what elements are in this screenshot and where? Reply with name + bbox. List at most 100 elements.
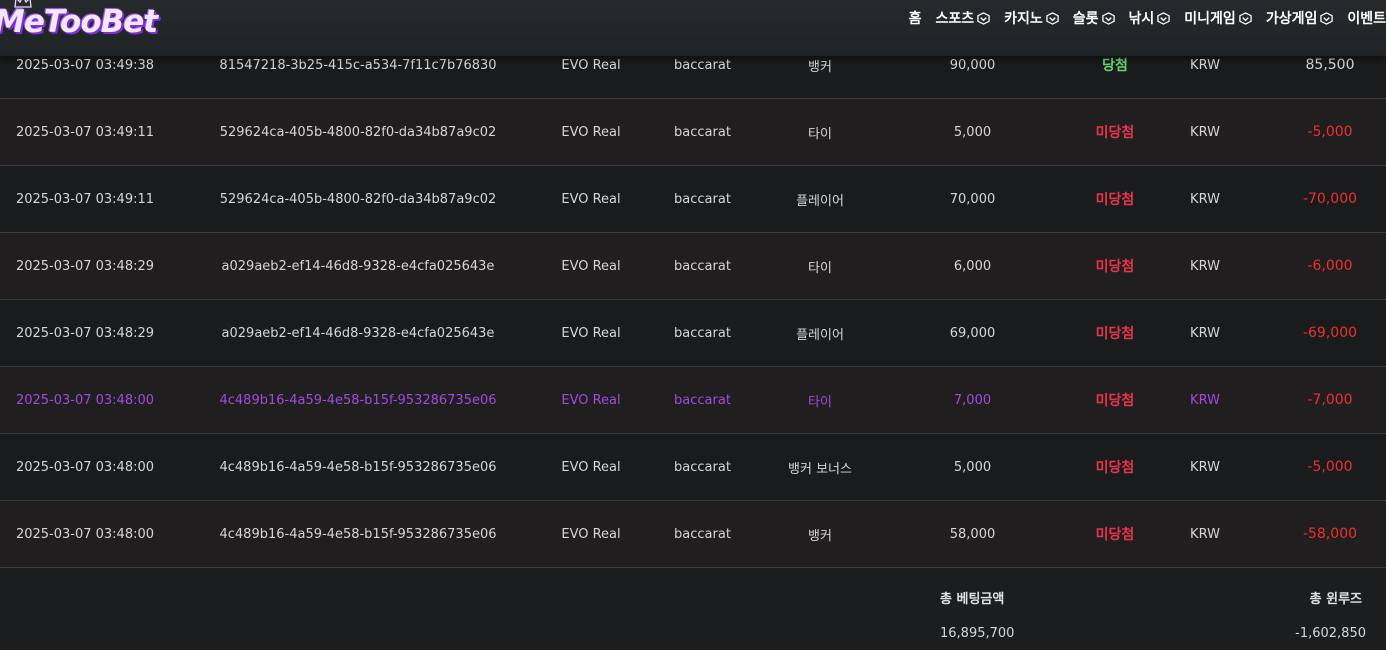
winloss-amount: -5,000	[1307, 459, 1353, 475]
nav-item-label: 홈	[908, 11, 922, 27]
bet-history-page: 2025-03-07 03:49:38 81547218-3b25-415c-a5…	[0, 0, 1386, 650]
table-row[interactable]: 2025-03-07 03:49:11 529624ca-405b-4800-82…	[0, 166, 1386, 233]
nav-item-4[interactable]: 낚시	[1129, 8, 1171, 28]
bet-date: 2025-03-07 03:48:29	[15, 258, 155, 274]
nav-item-6[interactable]: 가상게임	[1266, 8, 1334, 28]
bet-amount: 58,000	[949, 526, 996, 542]
main-nav: 홈 스포츠 카지노 슬롯 낚시 미니게임 가상게임 이벤트	[909, 6, 1386, 30]
total-bet-label: 총 베팅금액	[940, 592, 1005, 607]
nav-item-5[interactable]: 미니게임	[1184, 8, 1252, 28]
bet-pick: 뱅커 보너스	[788, 461, 852, 477]
chevron-down-icon	[977, 11, 990, 25]
game-name: baccarat	[674, 191, 731, 207]
chevron-down-icon	[1157, 11, 1171, 25]
bet-date: 2025-03-07 03:49:11	[15, 124, 155, 140]
nav-item-2[interactable]: 카지노	[1004, 8, 1059, 28]
nav-item-label: 가상게임	[1265, 11, 1318, 27]
result-badge: 미당첨	[1095, 125, 1135, 141]
nav-item-label: 카지노	[1004, 11, 1043, 27]
nav-item-3[interactable]: 슬롯	[1073, 8, 1115, 28]
bet-pick: 타이	[808, 126, 832, 142]
game-name: baccarat	[674, 459, 731, 475]
bet-amount: 6,000	[953, 258, 992, 274]
chevron-down-icon	[1101, 11, 1115, 25]
table-row[interactable]: 2025-03-07 03:48:00 4c489b16-4a59-4e58-b1…	[0, 501, 1386, 568]
total-bet-value: 16,895,700	[940, 626, 1015, 641]
bet-pick: 플레이어	[796, 327, 844, 343]
table-row[interactable]: 2025-03-07 03:48:00 4c489b16-4a59-4e58-b1…	[0, 367, 1386, 434]
winloss-amount: -6,000	[1307, 258, 1353, 274]
bet-amount: 5,000	[953, 459, 992, 475]
winloss-amount: -58,000	[1302, 526, 1358, 542]
provider: EVO Real	[561, 191, 621, 207]
bet-date: 2025-03-07 03:48:29	[15, 325, 155, 341]
winloss-amount: -7,000	[1307, 392, 1353, 408]
round-id: 529624ca-405b-4800-82f0-da34b87a9c02	[219, 124, 497, 140]
chevron-down-icon	[1239, 11, 1252, 25]
bet-pick: 플레이어	[796, 193, 844, 209]
winloss-amount: -5,000	[1307, 124, 1353, 140]
bet-date: 2025-03-07 03:48:00	[15, 459, 155, 475]
currency: KRW	[1190, 526, 1220, 542]
bet-amount: 7,000	[953, 392, 992, 408]
crown-icon	[14, 0, 32, 8]
round-id: 4c489b16-4a59-4e58-b15f-953286735e06	[219, 459, 497, 475]
nav-item-7[interactable]: 이벤트	[1347, 8, 1386, 28]
table-row[interactable]: 2025-03-07 03:48:00 4c489b16-4a59-4e58-b1…	[0, 434, 1386, 501]
provider: EVO Real	[561, 459, 621, 475]
bet-date: 2025-03-07 03:48:00	[15, 392, 155, 408]
bet-history-table: 2025-03-07 03:49:38 81547218-3b25-415c-a5…	[0, 32, 1386, 568]
nav-item-1[interactable]: 스포츠	[935, 8, 990, 28]
result-badge: 미당첨	[1095, 326, 1135, 342]
provider: EVO Real	[561, 124, 621, 140]
logo-text: MeTooBet	[0, 4, 158, 40]
round-id: 529624ca-405b-4800-82f0-da34b87a9c02	[219, 191, 497, 207]
provider: EVO Real	[561, 526, 621, 542]
table-row[interactable]: 2025-03-07 03:48:29 a029aeb2-ef14-46d8-93…	[0, 300, 1386, 367]
provider: EVO Real	[561, 325, 621, 341]
round-id: a029aeb2-ef14-46d8-9328-e4cfa025643e	[221, 258, 495, 274]
bet-pick: 타이	[808, 394, 832, 410]
bet-date: 2025-03-07 03:49:11	[15, 191, 155, 207]
result-badge: 미당첨	[1095, 527, 1135, 543]
game-name: baccarat	[674, 124, 731, 140]
bet-amount: 70,000	[949, 191, 996, 207]
round-id: 4c489b16-4a59-4e58-b15f-953286735e06	[219, 526, 497, 542]
nav-item-0[interactable]: 홈	[909, 8, 922, 28]
total-winloss-label: 총 윈루즈	[1309, 592, 1362, 607]
game-name: baccarat	[674, 392, 731, 408]
site-logo[interactable]: MeTooBet	[0, 0, 158, 42]
currency: KRW	[1190, 392, 1220, 408]
provider: EVO Real	[561, 392, 621, 408]
round-id: a029aeb2-ef14-46d8-9328-e4cfa025643e	[221, 325, 495, 341]
currency: KRW	[1190, 325, 1220, 341]
nav-item-label: 슬롯	[1072, 11, 1099, 27]
nav-item-label: 낚시	[1128, 11, 1155, 27]
currency: KRW	[1190, 258, 1220, 274]
bet-amount: 69,000	[949, 325, 996, 341]
result-badge: 미당첨	[1095, 460, 1135, 476]
currency: KRW	[1190, 459, 1220, 475]
bet-pick: 뱅커	[808, 528, 832, 544]
totals-section: 총 베팅금액 16,895,700 총 윈루즈 -1,602,850	[0, 568, 1386, 650]
game-name: baccarat	[674, 325, 731, 341]
result-badge: 미당첨	[1095, 259, 1135, 275]
nav-item-label: 미니게임	[1184, 11, 1236, 27]
currency: KRW	[1190, 191, 1220, 207]
total-winloss-value: -1,602,850	[1295, 626, 1366, 641]
nav-item-label: 스포츠	[935, 11, 975, 27]
result-badge: 미당첨	[1095, 393, 1135, 409]
table-row[interactable]: 2025-03-07 03:48:29 a029aeb2-ef14-46d8-93…	[0, 233, 1386, 300]
round-id: 4c489b16-4a59-4e58-b15f-953286735e06	[219, 392, 497, 408]
result-badge: 미당첨	[1095, 192, 1135, 208]
bet-date: 2025-03-07 03:48:00	[15, 526, 155, 542]
top-header: MeTooBet 홈 스포츠 카지노 슬롯 낚시 미니게임 가상게임 이벤트	[0, 0, 1386, 56]
chevron-down-icon	[1320, 11, 1334, 25]
nav-item-label: 이벤트	[1347, 11, 1386, 27]
winloss-amount: -69,000	[1302, 325, 1358, 341]
table-row[interactable]: 2025-03-07 03:49:11 529624ca-405b-4800-82…	[0, 99, 1386, 166]
bet-amount: 5,000	[953, 124, 992, 140]
currency: KRW	[1190, 124, 1220, 140]
provider: EVO Real	[561, 258, 621, 274]
game-name: baccarat	[674, 526, 731, 542]
